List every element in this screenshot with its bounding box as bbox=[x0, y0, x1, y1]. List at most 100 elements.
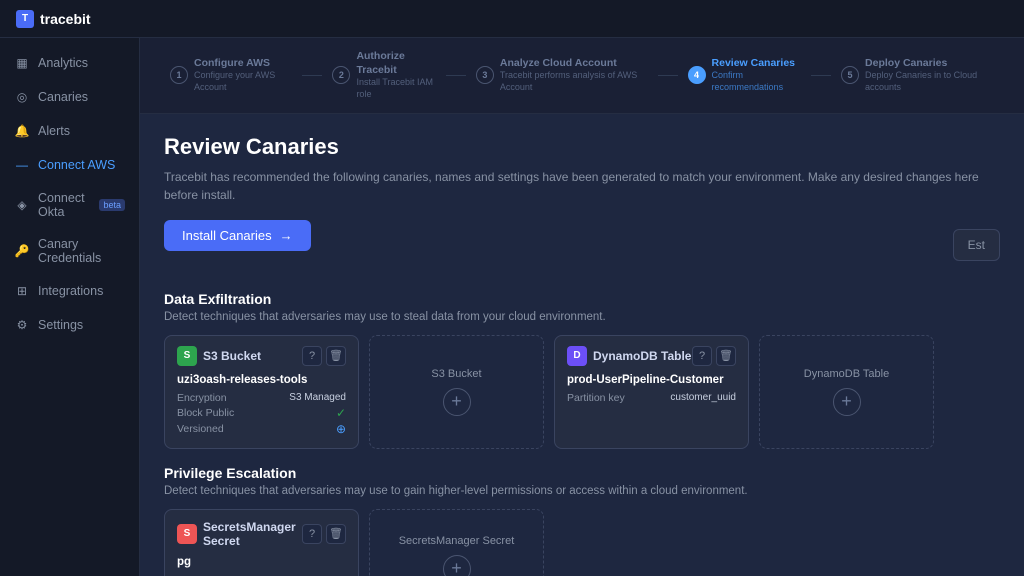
step-divider-2 bbox=[446, 75, 466, 76]
settings-icon: ⚙ bbox=[14, 317, 30, 333]
main-layout: ▦ Analytics ◎ Canaries 🔔 Alerts — Connec… bbox=[0, 38, 1024, 576]
sidebar-label-analytics: Analytics bbox=[38, 56, 88, 70]
sidebar-item-connect-aws[interactable]: — Connect AWS bbox=[0, 148, 139, 182]
dynamo-field-partition-key: Partition key customer_uuid bbox=[567, 392, 736, 404]
sidebar-label-canaries: Canaries bbox=[38, 90, 88, 104]
canaries-icon: ◎ bbox=[14, 89, 30, 105]
page-title: Review Canaries bbox=[164, 134, 1000, 160]
step-sub-3: Tracebit performs analysis of AWS Accoun… bbox=[500, 70, 648, 93]
est-button[interactable]: Est bbox=[953, 229, 1000, 261]
sidebar-item-integrations[interactable]: ⊞ Integrations bbox=[0, 274, 139, 308]
sidebar-label-alerts: Alerts bbox=[38, 124, 70, 138]
step-sub-2: Install Tracebit IAM role bbox=[356, 77, 435, 100]
step-divider-1 bbox=[302, 75, 322, 76]
secrets-delete-button[interactable]: 🗑 bbox=[326, 524, 346, 544]
section-privilege-escalation: Privilege Escalation Detect techniques t… bbox=[164, 465, 1000, 576]
secrets-icon: S bbox=[177, 524, 197, 544]
s3-icon: S bbox=[177, 346, 197, 366]
section-title-privilege-escalation: Privilege Escalation bbox=[164, 465, 1000, 481]
canary-card-secrets: S SecretsManager Secret ? 🗑 pg bbox=[164, 509, 359, 576]
s3-field-block-public: Block Public ✓ bbox=[177, 406, 346, 420]
content-area: 1 Configure AWS Configure your AWS Accou… bbox=[140, 38, 1024, 576]
step-num-5: 5 bbox=[841, 66, 859, 84]
section-desc-data-exfiltration: Detect techniques that adversaries may u… bbox=[164, 311, 1000, 323]
step-title-4: Review Canaries bbox=[712, 57, 802, 71]
connect-okta-icon: ◈ bbox=[14, 197, 30, 213]
add-s3-label: S3 Bucket bbox=[431, 368, 481, 380]
s3-delete-button[interactable]: 🗑 bbox=[326, 346, 346, 366]
sidebar-item-analytics[interactable]: ▦ Analytics bbox=[0, 46, 139, 80]
wizard-step-5: 5 Deploy Canaries Deploy Canaries in to … bbox=[831, 53, 1004, 98]
dynamo-canary-name: prod-UserPipeline-Customer bbox=[567, 374, 736, 386]
step-divider-3 bbox=[658, 75, 678, 76]
sidebar: ▦ Analytics ◎ Canaries 🔔 Alerts — Connec… bbox=[0, 38, 140, 576]
install-canaries-button[interactable]: Install Canaries → bbox=[164, 220, 311, 251]
dynamo-icon: D bbox=[567, 346, 587, 366]
step-title-3: Analyze Cloud Account bbox=[500, 57, 648, 71]
sidebar-item-canary-credentials[interactable]: 🔑 Canary Credentials bbox=[0, 228, 139, 274]
wizard-step-3: 3 Analyze Cloud Account Tracebit perform… bbox=[466, 53, 658, 98]
add-secrets-plus-icon: + bbox=[443, 555, 471, 576]
add-secrets-card[interactable]: SecretsManager Secret + bbox=[369, 509, 544, 576]
step-sub-4: Confirm recommendations bbox=[712, 70, 802, 93]
dynamo-help-button[interactable]: ? bbox=[692, 346, 712, 366]
integrations-icon: ⊞ bbox=[14, 283, 30, 299]
step-title-1: Configure AWS bbox=[194, 57, 292, 71]
add-dynamo-label: DynamoDB Table bbox=[804, 368, 889, 380]
dynamo-card-type: DynamoDB Table bbox=[593, 349, 691, 363]
sidebar-item-alerts[interactable]: 🔔 Alerts bbox=[0, 114, 139, 148]
canary-creds-icon: 🔑 bbox=[14, 243, 30, 259]
section-desc-privilege-escalation: Detect techniques that adversaries may u… bbox=[164, 485, 1000, 497]
secrets-help-button[interactable]: ? bbox=[302, 524, 322, 544]
check-icon-block-public: ✓ bbox=[336, 406, 346, 420]
s3-field-versioned: Versioned ⊕ bbox=[177, 422, 346, 436]
page-content: Review Canaries Tracebit has recommended… bbox=[140, 114, 1024, 576]
sidebar-label-connect-aws: Connect AWS bbox=[38, 158, 115, 172]
step-sub-1: Configure your AWS Account bbox=[194, 70, 292, 93]
add-s3-card[interactable]: S3 Bucket + bbox=[369, 335, 544, 449]
canary-card-s3-bucket: S S3 Bucket ? 🗑 uzi3oash-releases-tools … bbox=[164, 335, 359, 449]
wizard-step-1: 1 Configure AWS Configure your AWS Accou… bbox=[160, 53, 302, 98]
wizard-step-2: 2 Authorize Tracebit Install Tracebit IA… bbox=[322, 46, 445, 105]
s3-help-button[interactable]: ? bbox=[302, 346, 322, 366]
sidebar-item-settings[interactable]: ⚙ Settings bbox=[0, 308, 139, 342]
secrets-canary-name: pg bbox=[177, 556, 346, 568]
add-dynamo-plus-icon: + bbox=[833, 388, 861, 416]
alerts-icon: 🔔 bbox=[14, 123, 30, 139]
step-sub-5: Deploy Canaries in to Cloud accounts bbox=[865, 70, 994, 93]
sidebar-item-canaries[interactable]: ◎ Canaries bbox=[0, 80, 139, 114]
arrow-right-icon: → bbox=[280, 228, 293, 243]
topbar: T tracebit bbox=[0, 0, 1024, 38]
step-num-1: 1 bbox=[170, 66, 188, 84]
canary-grid-privilege-escalation: S SecretsManager Secret ? 🗑 pg Secr bbox=[164, 509, 1000, 576]
wizard-steps: 1 Configure AWS Configure your AWS Accou… bbox=[140, 38, 1024, 114]
page-description: Tracebit has recommended the following c… bbox=[164, 168, 1000, 204]
step-num-3: 3 bbox=[476, 66, 494, 84]
sidebar-item-connect-okta[interactable]: ◈ Connect Okta beta bbox=[0, 182, 139, 228]
add-dynamo-card[interactable]: DynamoDB Table + bbox=[759, 335, 934, 449]
s3-canary-name: uzi3oash-releases-tools bbox=[177, 374, 346, 386]
dynamo-delete-button[interactable]: 🗑 bbox=[716, 346, 736, 366]
step-divider-4 bbox=[811, 75, 831, 76]
logo-text: tracebit bbox=[40, 11, 91, 27]
secrets-card-type: SecretsManager Secret bbox=[203, 520, 302, 548]
sidebar-label-connect-okta: Connect Okta bbox=[38, 191, 89, 219]
beta-badge: beta bbox=[99, 199, 125, 211]
connect-aws-icon: — bbox=[14, 157, 30, 173]
add-secrets-label: SecretsManager Secret bbox=[399, 535, 515, 547]
step-title-2: Authorize Tracebit bbox=[356, 50, 435, 77]
s3-field-encryption: Encryption S3 Managed bbox=[177, 392, 346, 404]
logo-icon: T bbox=[16, 10, 34, 28]
sidebar-label-settings: Settings bbox=[38, 318, 83, 332]
logo: T tracebit bbox=[16, 10, 91, 28]
wizard-step-4: 4 Review Canaries Confirm recommendation… bbox=[678, 53, 812, 98]
add-s3-plus-icon: + bbox=[443, 388, 471, 416]
step-num-2: 2 bbox=[332, 66, 350, 84]
section-data-exfiltration: Data Exfiltration Detect techniques that… bbox=[164, 291, 1000, 449]
step-title-5: Deploy Canaries bbox=[865, 57, 994, 71]
circle-icon-versioned: ⊕ bbox=[336, 422, 346, 436]
section-title-data-exfiltration: Data Exfiltration bbox=[164, 291, 1000, 307]
analytics-icon: ▦ bbox=[14, 55, 30, 71]
canary-card-dynamodb: D DynamoDB Table ? 🗑 prod-UserPipeline-C… bbox=[554, 335, 749, 449]
sidebar-label-integrations: Integrations bbox=[38, 284, 103, 298]
